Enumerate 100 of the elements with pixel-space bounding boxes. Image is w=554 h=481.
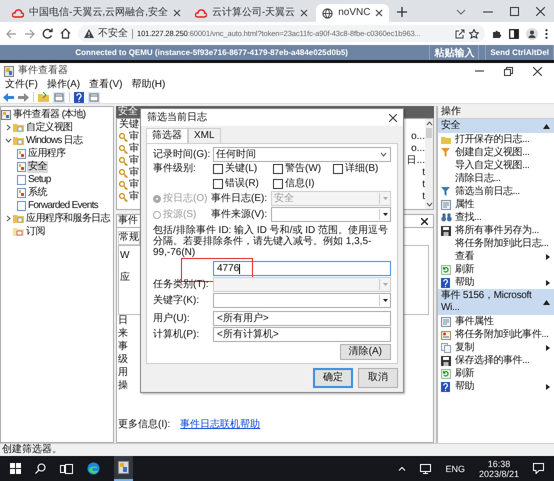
forward-icon[interactable]	[18, 92, 29, 102]
home-icon[interactable]	[60, 28, 71, 39]
tree-item[interactable]: 应用程序和服务日志	[25, 212, 111, 224]
side-panel-icon[interactable]	[509, 28, 519, 38]
menu-item[interactable]: 查看(V)	[89, 79, 122, 91]
scroll-down-icon[interactable]	[426, 202, 432, 207]
clock[interactable]: 16:38 2023/8/21	[478, 458, 519, 478]
scroll-up-icon[interactable]	[426, 121, 432, 126]
close-icon[interactable]	[375, 9, 384, 17]
checkbox[interactable]	[273, 164, 283, 174]
tree-item[interactable]: Windows 日志	[25, 134, 84, 146]
scroll-thumb[interactable]	[426, 128, 432, 138]
chevron-icon[interactable]	[5, 124, 12, 131]
user-field[interactable]: <所有用户>	[213, 311, 391, 326]
tree-item[interactable]: 事件查看器 (本地)	[12, 108, 86, 120]
action-item[interactable]: 创建自定义视图...	[455, 146, 554, 158]
chevron-down-icon[interactable]	[456, 8, 466, 16]
action-item[interactable]: 属性	[455, 198, 554, 210]
browser-tab[interactable]: 云计算公司-天翼云	[188, 4, 314, 22]
action-item[interactable]: 查看	[455, 250, 546, 262]
close-icon[interactable]	[533, 66, 542, 76]
puzzle-icon[interactable]	[492, 28, 502, 38]
restore-icon[interactable]	[504, 66, 513, 76]
task-view-icon[interactable]	[60, 464, 73, 474]
event-viewer-icon[interactable]	[118, 461, 129, 474]
event-id-field[interactable]: 4776	[213, 261, 391, 276]
action-item[interactable]: 事件属性	[455, 316, 554, 328]
computer-field[interactable]: <所有计算机>	[213, 327, 391, 342]
scrollbar[interactable]	[425, 119, 433, 209]
new-tab-icon[interactable]	[397, 7, 408, 17]
action-item[interactable]: 将所有事件另存为...	[455, 224, 554, 236]
forward-icon[interactable]	[24, 28, 35, 38]
maximize-icon[interactable]	[510, 7, 519, 16]
back-icon[interactable]	[3, 92, 14, 102]
dialog-button[interactable]: 确定	[313, 368, 353, 388]
close-icon[interactable]	[421, 218, 428, 224]
search-icon[interactable]	[35, 463, 46, 474]
collapse-icon[interactable]	[543, 124, 550, 128]
more-menu-icon[interactable]	[545, 28, 548, 38]
tree-item[interactable]: 应用程序	[27, 148, 66, 160]
action-item[interactable]: 刷新	[455, 264, 554, 276]
checkbox[interactable]	[213, 164, 223, 174]
browser-tab[interactable]: 中国电信-天翼云,云网融合,安全	[6, 4, 187, 22]
chevron-icon[interactable]	[5, 137, 12, 144]
action-item[interactable]: 将任务附加到此事件...	[455, 328, 554, 340]
windows-logo-icon[interactable]	[10, 463, 21, 474]
action-item[interactable]: 筛选当前日志...	[455, 186, 554, 198]
profile-icon[interactable]	[526, 28, 538, 40]
tree-item[interactable]: 安全	[27, 160, 48, 172]
star-icon[interactable]	[469, 28, 479, 38]
folder-icon[interactable]	[38, 92, 49, 102]
action-item[interactable]: 查找...	[455, 212, 554, 224]
close-icon[interactable]	[389, 114, 397, 122]
clear-button[interactable]: 清除(A)	[340, 344, 391, 360]
detail-tab[interactable]: 常规	[118, 231, 140, 245]
panel-icon[interactable]	[53, 92, 65, 102]
section-header[interactable]: 安全	[438, 119, 554, 133]
action-item[interactable]: 保存选择的事件...	[455, 354, 554, 366]
section-header[interactable]: 事件 5156，Microsoft Wi...	[438, 289, 554, 315]
action-item[interactable]: 刷新	[455, 368, 554, 380]
action-item[interactable]: 帮助	[455, 276, 546, 288]
menu-item[interactable]: 文件(F)	[5, 79, 38, 91]
checkbox[interactable]	[213, 179, 223, 189]
vnc-button[interactable]: Send CtrlAltDel	[485, 45, 554, 60]
tree-item[interactable]: 订阅	[25, 226, 46, 238]
action-item[interactable]: 导入自定义视图...	[455, 160, 554, 172]
tree-item[interactable]: Setup	[27, 174, 52, 186]
help-icon[interactable]	[74, 92, 84, 102]
time-dropdown[interactable]: 任何时间	[213, 147, 391, 162]
action-item[interactable]: 打开保存的日志...	[455, 134, 554, 146]
help-link[interactable]: 事件日志联机帮助	[180, 419, 260, 431]
panel-icon[interactable]	[88, 92, 100, 102]
dialog-tab[interactable]: XML	[188, 128, 221, 143]
tree-item[interactable]: 自定义视图	[25, 122, 74, 134]
action-item[interactable]: 帮助	[455, 380, 546, 392]
share-icon[interactable]	[455, 28, 465, 38]
close-icon[interactable]	[172, 9, 181, 17]
monitor-icon[interactable]	[420, 464, 432, 474]
language-indicator[interactable]: ENG	[445, 462, 465, 474]
notification-icon[interactable]	[533, 463, 544, 474]
action-item[interactable]: 复制	[455, 342, 546, 354]
reload-icon[interactable]	[42, 28, 53, 39]
action-item[interactable]: 将任务附加到此日志...	[455, 238, 554, 250]
vnc-button[interactable]: 粘贴输入	[429, 45, 480, 60]
close-icon[interactable]	[536, 7, 545, 16]
caret-up-icon[interactable]	[398, 466, 406, 471]
action-item[interactable]: 清除日志...	[455, 172, 554, 184]
browser-tab[interactable]: noVNC	[316, 4, 390, 22]
back-icon[interactable]	[6, 28, 17, 38]
chevron-icon[interactable]	[5, 215, 12, 222]
dialog-tab[interactable]: 筛选器	[146, 128, 188, 143]
collapse-icon[interactable]	[543, 300, 550, 304]
browser-icon[interactable]	[87, 462, 100, 475]
checkbox[interactable]	[273, 179, 283, 189]
tree-item[interactable]: 系统	[27, 186, 48, 198]
menu-item[interactable]: 操作(A)	[46, 79, 80, 91]
checkbox[interactable]	[333, 164, 343, 174]
tree-item[interactable]: Forwarded Events	[27, 200, 99, 212]
dialog-button[interactable]: 取消	[358, 368, 398, 388]
close-icon[interactable]	[300, 9, 308, 17]
